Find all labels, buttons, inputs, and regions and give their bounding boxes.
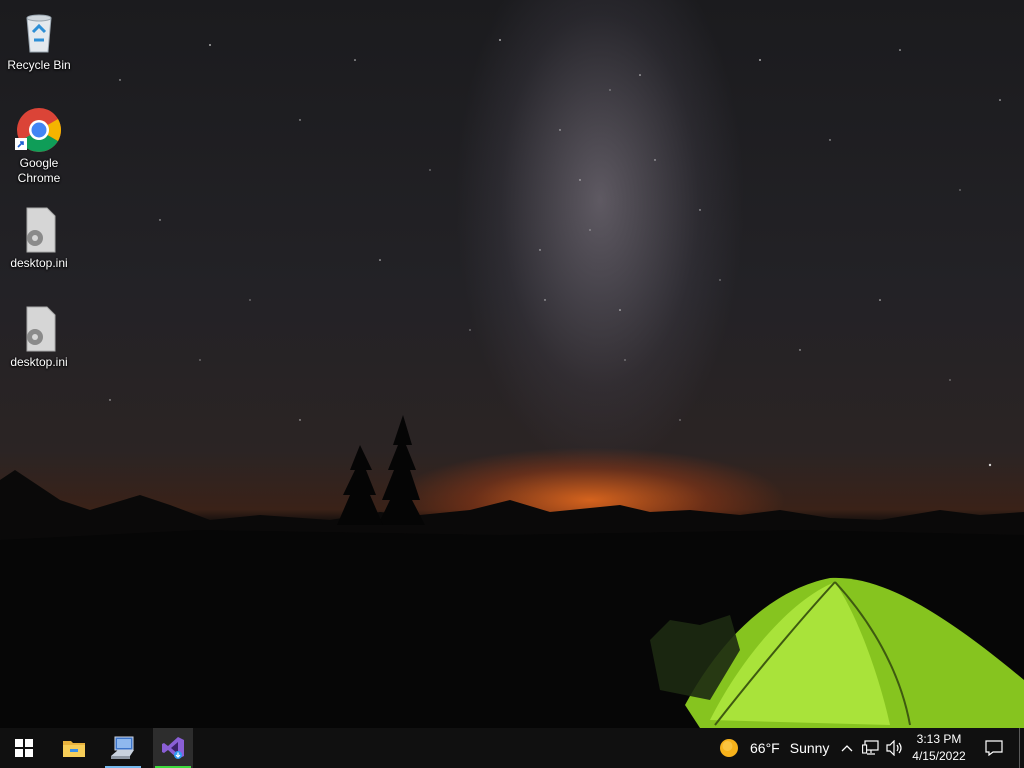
- clock-time: 3:13 PM: [916, 732, 962, 746]
- windows-logo-icon: [15, 739, 33, 757]
- clock-date: 4/15/2022: [912, 749, 966, 763]
- google-chrome-shortcut[interactable]: Google Chrome: [2, 106, 76, 186]
- desktop-wallpaper: Recycle Bin Google Chrome desktop.ini de…: [0, 0, 1024, 728]
- remote-desktop-button[interactable]: [103, 728, 143, 768]
- weather-temperature: 66°F: [750, 740, 780, 756]
- taskbar: 66°F Sunny 3:13 PM 4/15/2022: [0, 728, 1024, 768]
- visual-studio-icon: [162, 737, 184, 759]
- network-icon: [862, 740, 879, 755]
- volume-button[interactable]: [884, 728, 906, 768]
- desktop-ini-label: desktop.ini: [10, 256, 68, 270]
- folder-icon: [63, 741, 85, 757]
- show-hidden-icons-button[interactable]: [837, 728, 857, 768]
- chevron-up-icon: [841, 745, 853, 752]
- recycle-bin-label: Recycle Bin: [7, 58, 71, 72]
- visual-studio-button[interactable]: [153, 728, 193, 768]
- sun-icon: [720, 739, 738, 757]
- action-center-button[interactable]: [974, 728, 1014, 768]
- night-sky-landscape: [0, 29, 1024, 728]
- network-button[interactable]: [860, 728, 882, 768]
- start-button[interactable]: [4, 728, 44, 768]
- notification-icon: [985, 740, 1003, 756]
- google-chrome-label: Google Chrome: [17, 156, 61, 185]
- weather-condition: Sunny: [789, 740, 830, 756]
- settings-file-icon: [26, 306, 56, 352]
- file-explorer-button[interactable]: [54, 728, 94, 768]
- show-desktop-button[interactable]: [1019, 728, 1020, 768]
- speaker-icon: [886, 740, 902, 756]
- chrome-icon: [15, 108, 61, 152]
- desktop-ini-label: desktop.ini: [10, 355, 68, 369]
- recycle-bin-icon: [26, 14, 52, 53]
- monitor-icon: [111, 736, 134, 759]
- desktop-ini-file-1[interactable]: desktop.ini: [2, 206, 76, 271]
- settings-file-icon: [26, 207, 56, 253]
- clock[interactable]: 3:13 PM 4/15/2022: [906, 731, 972, 765]
- recycle-bin-shortcut[interactable]: Recycle Bin: [2, 8, 76, 73]
- weather-widget[interactable]: 66°F Sunny: [719, 728, 829, 768]
- desktop-ini-file-2[interactable]: desktop.ini: [2, 305, 76, 370]
